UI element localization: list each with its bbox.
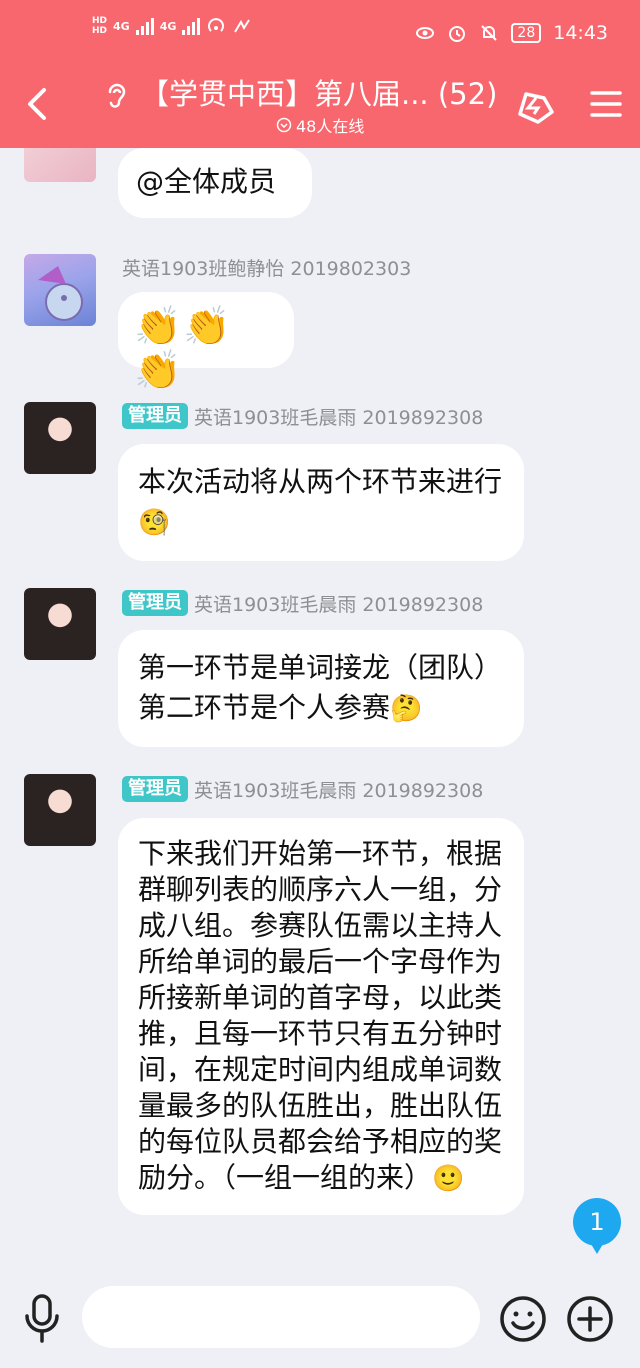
back-arrow-icon[interactable] bbox=[22, 86, 52, 122]
ear-icon[interactable] bbox=[102, 80, 130, 110]
avatar[interactable] bbox=[24, 148, 96, 182]
admin-badge: 管理员 bbox=[122, 776, 188, 802]
sender-name: 管理员 英语1903班毛晨雨 2019892308 bbox=[122, 774, 483, 804]
hd-indicator: HD HD bbox=[92, 16, 108, 36]
message-bubble[interactable]: 下来我们开始第一环节，根据群聊列表的顺序六人一组，分成八组。参赛队伍需以主持人所… bbox=[118, 818, 524, 1215]
signal-icon bbox=[135, 17, 154, 35]
message-text: 本次活动将从两个环节来进行 bbox=[138, 465, 503, 498]
battery-level: 28 bbox=[511, 23, 542, 43]
avatar-illustration bbox=[38, 266, 83, 321]
clock: 14:43 bbox=[553, 22, 608, 44]
network-indicators: HD HD 4G 4G bbox=[92, 16, 252, 36]
message-input[interactable] bbox=[82, 1286, 480, 1348]
system-indicators: 28 14:43 bbox=[415, 22, 608, 44]
hotspot-icon bbox=[208, 18, 225, 32]
message-bubble[interactable]: 👏👏👏 bbox=[118, 292, 294, 390]
app-header: HD HD 4G 4G 28 14:43 【学贯中西】第八届... (52) 48… bbox=[0, 0, 640, 148]
sender-label: 英语1903班毛晨雨 2019892308 bbox=[194, 406, 484, 429]
online-count[interactable]: 48人在线 bbox=[276, 114, 364, 136]
message-text: 第一环节是单词接龙（团队）第二环节是个人参赛 bbox=[138, 651, 503, 724]
message-text: 下来我们开始第一环节，根据群聊列表的顺序六人一组，分成八组。参赛队伍需以主持人所… bbox=[138, 837, 503, 1194]
sender-label: 英语1903班毛晨雨 2019892308 bbox=[194, 593, 484, 616]
network-type-1: 4G bbox=[113, 19, 130, 33]
avatar[interactable] bbox=[24, 774, 96, 846]
emoji-icon[interactable] bbox=[498, 1294, 548, 1344]
emoji: 🤔 bbox=[390, 694, 423, 724]
sender-name: 管理员 英语1903班毛晨雨 2019892308 bbox=[122, 588, 483, 618]
message-bubble[interactable]: 本次活动将从两个环节来进行 🧐 bbox=[118, 444, 524, 561]
admin-badge: 管理员 bbox=[122, 590, 188, 616]
message-text: 👏👏👏 bbox=[134, 304, 233, 392]
chevron-down-circle-icon bbox=[276, 117, 292, 133]
signal-icon bbox=[182, 17, 201, 35]
emoji: 🧐 bbox=[138, 508, 171, 538]
mute-bell-icon bbox=[481, 25, 498, 41]
alarm-icon bbox=[449, 26, 466, 42]
sender-label: 英语1903班鲍静怡 2019802303 bbox=[122, 257, 412, 280]
avatar[interactable] bbox=[24, 402, 96, 474]
sender-name: 管理员 英语1903班毛晨雨 2019892308 bbox=[122, 401, 483, 431]
chat-title[interactable]: 【学贯中西】第八届... (52) bbox=[140, 74, 500, 114]
eye-icon bbox=[416, 27, 435, 39]
menu-icon[interactable] bbox=[590, 88, 622, 120]
avatar[interactable] bbox=[24, 588, 96, 660]
plus-icon[interactable] bbox=[565, 1294, 615, 1344]
message-list[interactable]: @全体成员 英语1903班鲍静怡 2019802303 👏👏👏 管理员 英语19… bbox=[0, 148, 640, 1268]
online-count-label: 48人在线 bbox=[296, 117, 365, 136]
message-text: @全体成员 bbox=[136, 165, 277, 198]
unread-count-badge[interactable]: 1 bbox=[573, 1198, 621, 1254]
sender-label: 英语1903班毛晨雨 2019892308 bbox=[194, 779, 484, 802]
share-icon[interactable] bbox=[512, 84, 558, 128]
network-type-2: 4G bbox=[159, 19, 177, 33]
wifi-call-icon bbox=[234, 19, 251, 33]
input-bar bbox=[0, 1276, 640, 1368]
message-bubble[interactable]: 第一环节是单词接龙（团队）第二环节是个人参赛🤔 bbox=[118, 630, 524, 747]
status-bar: HD HD 4G 4G 28 14:43 bbox=[0, 14, 640, 58]
mic-icon[interactable] bbox=[22, 1292, 62, 1344]
sender-name: 英语1903班鲍静怡 2019802303 bbox=[122, 252, 411, 282]
admin-badge: 管理员 bbox=[122, 403, 188, 429]
avatar[interactable] bbox=[24, 254, 96, 326]
emoji: 🙂 bbox=[432, 1164, 465, 1194]
message-bubble[interactable]: @全体成员 bbox=[118, 148, 312, 218]
